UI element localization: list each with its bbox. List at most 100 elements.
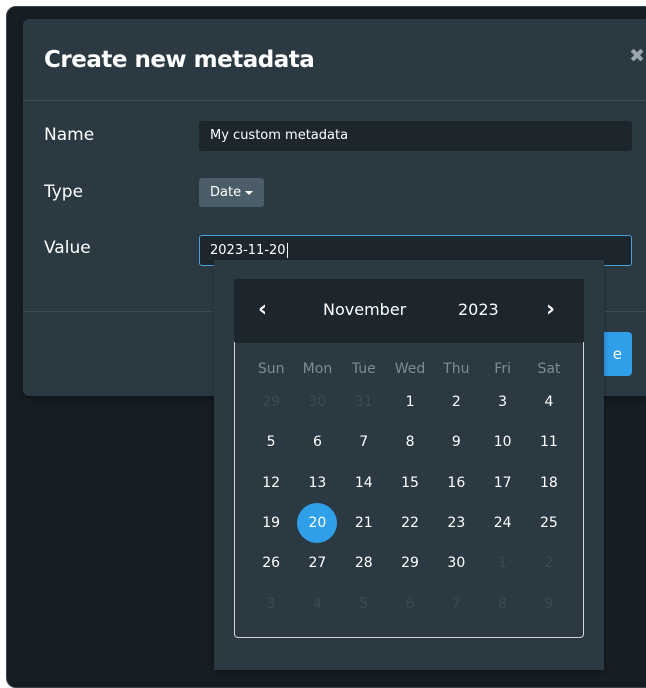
calendar-week-row: 12 13 14 15 16 17 18	[248, 463, 572, 503]
calendar-day[interactable]: 6	[294, 422, 340, 462]
calendar-day[interactable]: 29	[387, 543, 433, 583]
calendar-day[interactable]: 8	[479, 583, 525, 623]
type-dropdown-button[interactable]: Date	[199, 178, 265, 207]
calendar-day[interactable]: 22	[387, 503, 433, 543]
calendar-day-label: 8	[498, 595, 508, 612]
calendar-day-label: 5	[359, 595, 369, 612]
calendar-day[interactable]: 5	[248, 422, 294, 462]
weekday-header: Sun	[257, 361, 285, 377]
calendar-day[interactable]: 7	[433, 583, 479, 623]
calendar-day[interactable]: 17	[479, 463, 525, 503]
weekday-header: Wed	[394, 361, 426, 377]
calendar-day[interactable]: 19	[248, 503, 294, 543]
calendar-day[interactable]: 13	[294, 463, 340, 503]
calendar-day[interactable]: 8	[387, 422, 433, 462]
calendar-day[interactable]: 31	[341, 382, 387, 422]
weekday-header: Thu	[443, 361, 470, 377]
dialog-header: Create new metadata ✖	[23, 19, 646, 101]
weekday-header: Fri	[494, 361, 511, 377]
calendar-day[interactable]: 6	[387, 583, 433, 623]
calendar-day[interactable]: 26	[248, 543, 294, 583]
calendar-day-label: 23	[447, 515, 466, 532]
calendar-day[interactable]: 5	[341, 583, 387, 623]
calendar-day-label: 30	[447, 555, 466, 572]
calendar-day-label: 22	[401, 515, 419, 532]
calendar-day[interactable]: 23	[433, 503, 479, 543]
name-input[interactable]: My custom metadata	[199, 121, 632, 151]
year-select[interactable]: 2023	[458, 300, 499, 319]
calendar-grid: Sun Mon Tue Wed Thu Fri Sat 29 30 31 1 2 3 4 5 6 7 8 9 10 1…	[234, 342, 584, 638]
calendar-day-label: 12	[262, 474, 281, 491]
type-dropdown-label: Date	[210, 185, 242, 200]
calendar-day-label: 19	[262, 515, 281, 532]
text-cursor	[286, 243, 288, 258]
chevron-left-icon[interactable]: ‹	[258, 297, 267, 322]
calendar-day[interactable]: 12	[248, 463, 294, 503]
dialog-title: Create new metadata	[44, 47, 315, 73]
calendar-days: 29 30 31 1 2 3 4 5 6 7 8 9 10 11 12 13 14 15 16 17 18 19 20 21 2…	[248, 382, 572, 624]
calendar-day-label: 1	[498, 555, 508, 572]
calendar-day[interactable]: 25	[526, 503, 572, 543]
calendar-day-label: 27	[308, 555, 327, 572]
calendar-day-label: 16	[447, 474, 466, 491]
calendar-day-label: 25	[540, 515, 558, 532]
calendar-day[interactable]: 3	[479, 382, 525, 422]
calendar-day[interactable]: 9	[433, 422, 479, 462]
calendar-day-label: 7	[359, 434, 369, 451]
calendar-day-label: 10	[493, 434, 512, 451]
calendar-day-label: 15	[401, 474, 419, 491]
month-select[interactable]: November	[323, 300, 406, 319]
calendar-day[interactable]: 2	[433, 382, 479, 422]
calendar-day[interactable]: 4	[294, 583, 340, 623]
calendar-day[interactable]: 16	[433, 463, 479, 503]
calendar-day[interactable]: 14	[341, 463, 387, 503]
calendar-day-label: 21	[354, 515, 373, 532]
calendar-day-label: 5	[266, 434, 276, 451]
calendar-day[interactable]: 15	[387, 463, 433, 503]
calendar-day-label: 30	[308, 394, 327, 411]
calendar-day-label: 13	[308, 474, 327, 491]
calendar-day[interactable]: 21	[341, 503, 387, 543]
weekday-header: Sat	[537, 361, 561, 377]
calendar-day[interactable]: 3	[248, 583, 294, 623]
calendar-day-label: 4	[544, 394, 554, 411]
calendar-day[interactable]: 30	[433, 543, 479, 583]
calendar-day-label: 9	[451, 434, 461, 451]
calendar-day[interactable]: 30	[294, 382, 340, 422]
calendar-week-row: 29 30 31 1 2 3 4	[248, 382, 572, 422]
calendar-day[interactable]: 29	[248, 382, 294, 422]
calendar-day[interactable]: 7	[341, 422, 387, 462]
caret-down-icon	[245, 190, 254, 195]
calendar-day-selected[interactable]: 20	[294, 503, 340, 544]
calendar-day[interactable]: 11	[526, 422, 572, 462]
calendar-day[interactable]: 4	[526, 382, 572, 422]
weekday-row: Sun Mon Tue Wed Thu Fri Sat	[248, 356, 572, 382]
calendar-day-label: 7	[451, 595, 461, 612]
calendar-day-label: 9	[544, 595, 554, 612]
chevron-right-icon[interactable]: ›	[546, 297, 555, 322]
calendar-day[interactable]: 9	[526, 583, 572, 623]
calendar-day[interactable]: 28	[341, 543, 387, 583]
calendar-day-label: 2	[451, 394, 461, 411]
value-label: Value	[44, 238, 91, 258]
datepicker-popup: ‹ November 2023 › Sun Mon Tue Wed Thu Fri Sat …	[214, 260, 604, 670]
calendar-day[interactable]: 27	[294, 543, 340, 583]
calendar-day-label: 29	[262, 394, 281, 411]
type-label: Type	[44, 182, 84, 202]
close-icon[interactable]: ✖	[629, 45, 645, 67]
calendar-day[interactable]: 18	[526, 463, 572, 503]
calendar-week-row: 19 20 21 22 23 24 25	[248, 503, 572, 544]
calendar-day-label: 1	[405, 394, 415, 411]
calendar-week-row: 3 4 5 6 7 8 9	[248, 583, 572, 623]
app-window: Create new metadata ✖ Name My custom met…	[6, 6, 646, 688]
calendar-day-label: 6	[312, 434, 322, 451]
calendar-day[interactable]: 24	[479, 503, 525, 543]
calendar-day[interactable]: 1	[479, 543, 525, 583]
calendar-day-label: 6	[405, 595, 415, 612]
calendar-day[interactable]: 10	[479, 422, 525, 462]
calendar-day[interactable]: 1	[387, 382, 433, 422]
calendar-table: Sun Mon Tue Wed Thu Fri Sat 29 30 31 1 2 3 4 5 6 7 8 9 10 1…	[248, 356, 572, 624]
calendar-day-label: 3	[498, 394, 508, 411]
calendar-day[interactable]: 2	[526, 543, 572, 583]
calendar-day-label: 3	[266, 595, 276, 612]
